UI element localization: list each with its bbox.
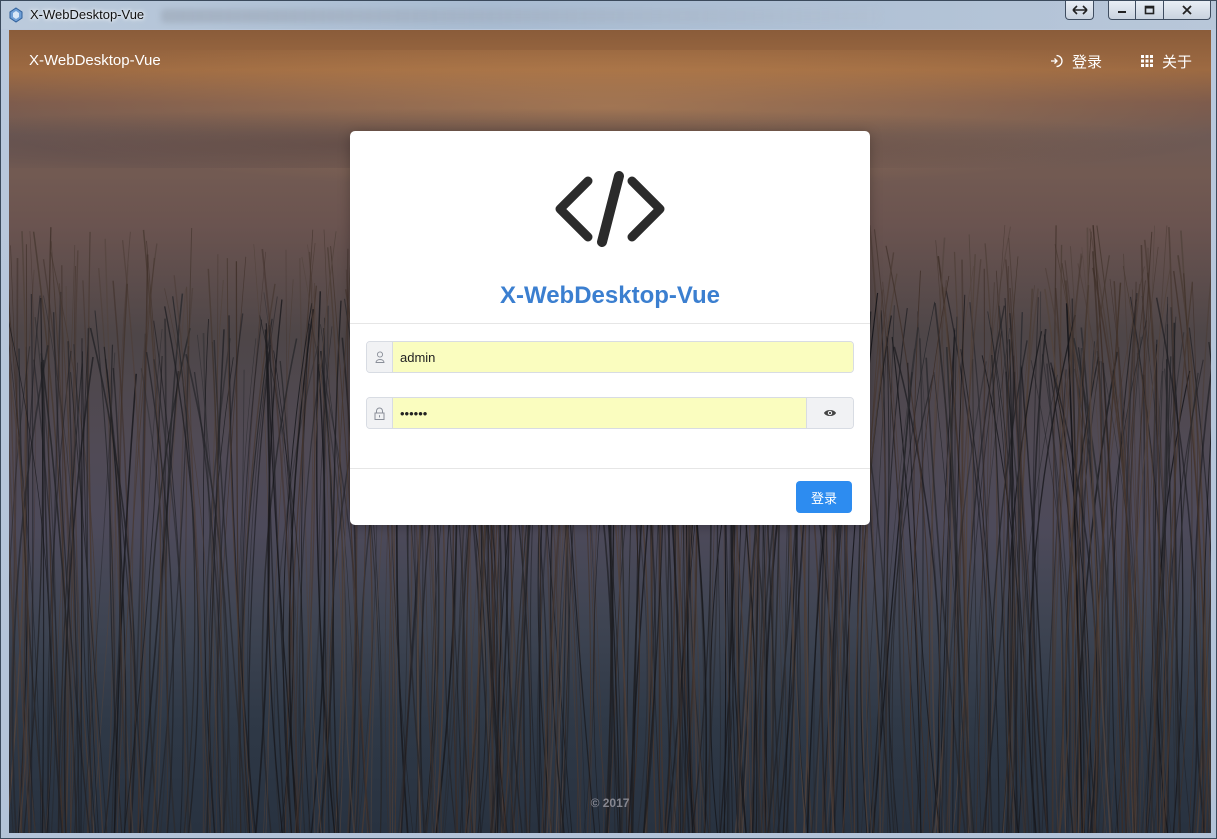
username-field	[366, 341, 854, 373]
nav-about-link[interactable]: 关于	[1141, 50, 1192, 72]
divider	[350, 323, 870, 324]
close-button[interactable]	[1163, 1, 1211, 20]
password-input[interactable]	[393, 398, 806, 428]
app-logo-icon	[9, 7, 23, 23]
title-bar-background	[161, 9, 881, 23]
title-bar[interactable]: X-WebDesktop-Vue	[1, 1, 1216, 29]
password-field	[366, 397, 854, 429]
resize-button[interactable]	[1065, 1, 1094, 20]
nav-login-label: 登录	[1072, 53, 1103, 71]
app-window: X-WebDesktop-Vue X-WebDesktop-Vue 登录 关于 …	[0, 0, 1217, 839]
nav-brand[interactable]: X-WebDesktop-Vue	[29, 52, 161, 69]
maximize-icon	[1144, 5, 1155, 15]
close-icon	[1182, 5, 1192, 15]
copyright-footer: © 2017	[590, 796, 630, 810]
username-input[interactable]	[393, 342, 853, 372]
nav-about-label: 关于	[1162, 53, 1193, 71]
sign-in-icon	[1051, 54, 1063, 68]
eye-icon	[824, 410, 836, 416]
maximize-button[interactable]	[1135, 1, 1164, 20]
login-title: X-WebDesktop-Vue	[499, 282, 721, 309]
divider	[350, 468, 870, 469]
horizontal-arrows-icon	[1071, 5, 1088, 15]
minimize-icon	[1118, 11, 1126, 13]
grid-icon	[1141, 55, 1153, 67]
lock-icon	[367, 398, 393, 428]
login-button[interactable]: 登录	[796, 481, 852, 513]
user-icon	[367, 342, 393, 372]
window-title: X-WebDesktop-Vue	[30, 7, 145, 22]
minimize-button[interactable]	[1108, 1, 1136, 20]
toggle-password-button[interactable]	[806, 398, 853, 428]
client-area: X-WebDesktop-Vue 登录 关于 X-WebDesktop-Vue …	[9, 30, 1211, 833]
nav-login-link[interactable]: 登录	[1049, 50, 1102, 72]
login-card: X-WebDesktop-Vue admin •••••• 登录	[350, 131, 870, 525]
code-icon	[555, 171, 665, 247]
